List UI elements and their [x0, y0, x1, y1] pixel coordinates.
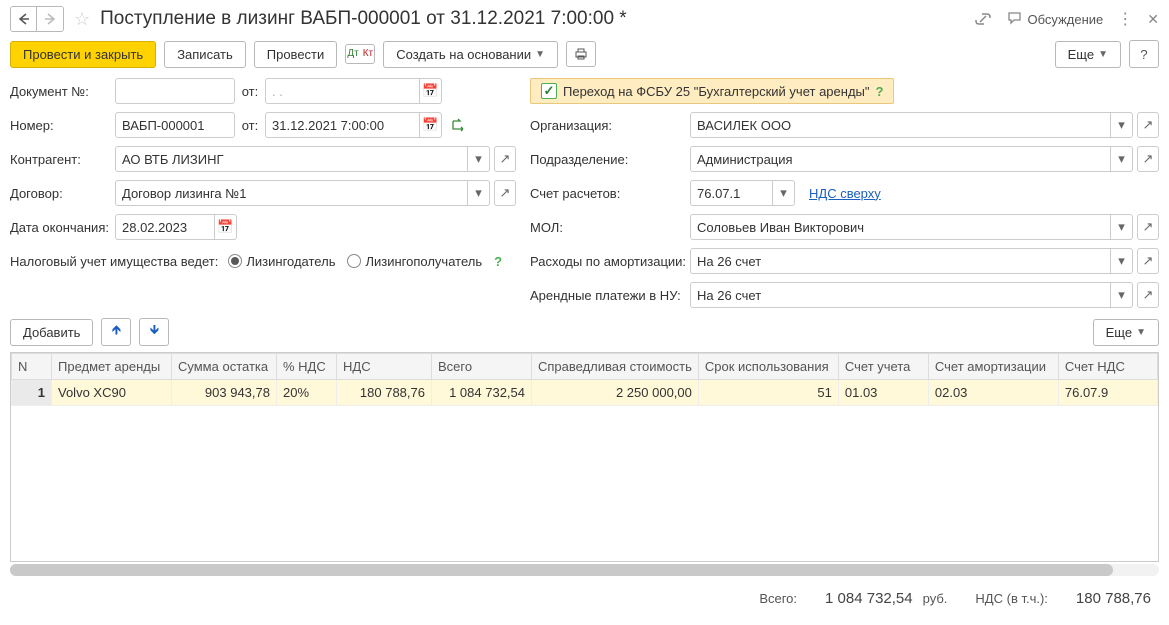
post-close-button[interactable]: Провести и закрыть: [10, 41, 156, 68]
dt-kt-button[interactable]: ДтКт: [345, 44, 375, 64]
dropdown-icon[interactable]: ▾: [1111, 282, 1133, 308]
move-down-button[interactable]: 🡻: [139, 318, 169, 346]
dropdown-icon[interactable]: ▾: [1111, 112, 1133, 138]
refresh-icon[interactable]: [450, 118, 466, 132]
print-button[interactable]: [566, 41, 596, 67]
footer-total-value: 1 084 732,54: [825, 590, 913, 607]
write-button[interactable]: Записать: [164, 41, 246, 68]
help-button[interactable]: ?: [1129, 40, 1159, 68]
from-label-2: от:: [235, 118, 265, 133]
open-ref-icon[interactable]: ↗: [494, 146, 516, 172]
more-button[interactable]: Еще ▼: [1055, 41, 1121, 68]
radio-lessor[interactable]: Лизингодатель: [228, 254, 335, 269]
open-ref-icon[interactable]: ↗: [1137, 248, 1159, 274]
end-date-input[interactable]: 28.02.2023: [115, 214, 215, 240]
forward-button[interactable]: [37, 7, 63, 31]
end-date-label: Дата окончания:: [10, 220, 115, 235]
col-acc-depr[interactable]: Счет амортизации: [928, 354, 1058, 380]
col-balance[interactable]: Сумма остатка: [172, 354, 277, 380]
radio-icon: [228, 254, 242, 268]
open-ref-icon[interactable]: ↗: [1137, 214, 1159, 240]
number-input[interactable]: ВАБП-000001: [115, 112, 235, 138]
rent-input[interactable]: На 26 счет: [690, 282, 1111, 308]
discussion-button[interactable]: Обсуждение: [1006, 10, 1104, 28]
col-n[interactable]: N: [12, 354, 52, 380]
footer-total-label: Всего:: [759, 591, 797, 606]
dept-input[interactable]: Администрация: [690, 146, 1111, 172]
page-title: Поступление в лизинг ВАБП-000001 от 31.1…: [100, 8, 967, 30]
contract-input[interactable]: Договор лизинга №1: [115, 180, 468, 206]
close-icon[interactable]: ✕: [1147, 11, 1159, 28]
col-term[interactable]: Срок использования: [698, 354, 838, 380]
depr-input[interactable]: На 26 счет: [690, 248, 1111, 274]
chevron-down-icon: ▼: [1098, 49, 1108, 60]
dropdown-icon[interactable]: ▾: [773, 180, 795, 206]
check-icon: ✓: [541, 83, 557, 99]
help-icon[interactable]: ?: [494, 254, 502, 269]
more-menu-icon[interactable]: ⋮: [1117, 9, 1133, 29]
link-icon[interactable]: [974, 10, 992, 28]
number-date-input[interactable]: 31.12.2021 7:00:00: [265, 112, 420, 138]
back-button[interactable]: [11, 7, 37, 31]
doc-date-input[interactable]: . .: [265, 78, 420, 104]
from-label-1: от:: [235, 84, 265, 99]
open-ref-icon[interactable]: ↗: [1137, 282, 1159, 308]
col-acc[interactable]: Счет учета: [838, 354, 928, 380]
create-based-button[interactable]: Создать на основании ▼: [383, 41, 558, 68]
calendar-icon[interactable]: 📅: [420, 78, 442, 104]
dropdown-icon[interactable]: ▾: [468, 146, 490, 172]
doc-no-label: Документ №:: [10, 84, 115, 99]
table-row[interactable]: 1 Volvo XC90 903 943,78 20% 180 788,76 1…: [12, 380, 1158, 406]
mol-input[interactable]: Соловьев Иван Викторович: [690, 214, 1111, 240]
col-subject[interactable]: Предмет аренды: [52, 354, 172, 380]
org-label: Организация:: [530, 118, 690, 133]
post-button[interactable]: Провести: [254, 41, 338, 68]
org-input[interactable]: ВАСИЛЕК ООО: [690, 112, 1111, 138]
tax-label: Налоговый учет имущества ведет:: [10, 254, 218, 269]
col-total[interactable]: Всего: [432, 354, 532, 380]
account-label: Счет расчетов:: [530, 186, 690, 201]
col-vat-pct[interactable]: % НДС: [277, 354, 337, 380]
mol-label: МОЛ:: [530, 220, 690, 235]
number-label: Номер:: [10, 118, 115, 133]
chevron-down-icon: ▼: [1136, 327, 1146, 338]
dropdown-icon[interactable]: ▾: [1111, 248, 1133, 274]
col-fair[interactable]: Справедливая стоимость: [532, 354, 699, 380]
footer-currency: руб.: [923, 591, 948, 606]
calendar-icon[interactable]: 📅: [420, 112, 442, 138]
calendar-icon[interactable]: 📅: [215, 214, 237, 240]
help-icon[interactable]: ?: [875, 84, 883, 99]
col-acc-vat[interactable]: Счет НДС: [1058, 354, 1157, 380]
horizontal-scrollbar[interactable]: [10, 564, 1159, 576]
account-input[interactable]: 76.07.1: [690, 180, 773, 206]
footer-vat-label: НДС (в т.ч.):: [975, 591, 1048, 606]
dropdown-icon[interactable]: ▾: [1111, 146, 1133, 172]
table-more-button[interactable]: Еще ▼: [1093, 319, 1159, 346]
fsbu-checkbox-box[interactable]: ✓ Переход на ФСБУ 25 "Бухгалтерский учет…: [530, 78, 894, 104]
footer-vat-value: 180 788,76: [1076, 590, 1151, 607]
favorite-icon[interactable]: ☆: [70, 9, 94, 30]
counterparty-label: Контрагент:: [10, 152, 115, 167]
vat-mode-link[interactable]: НДС сверху: [809, 186, 881, 201]
chevron-down-icon: ▼: [535, 49, 545, 60]
counterparty-input[interactable]: АО ВТБ ЛИЗИНГ: [115, 146, 468, 172]
lease-items-table[interactable]: N Предмет аренды Сумма остатка % НДС НДС…: [10, 352, 1159, 562]
dropdown-icon[interactable]: ▾: [1111, 214, 1133, 240]
depr-label: Расходы по амортизации:: [530, 254, 690, 269]
radio-lessee[interactable]: Лизингополучатель: [347, 254, 482, 269]
doc-no-input[interactable]: [115, 78, 235, 104]
rent-label: Арендные платежи в НУ:: [530, 288, 690, 303]
contract-label: Договор:: [10, 186, 115, 201]
dept-label: Подразделение:: [530, 152, 690, 167]
move-up-button[interactable]: 🡹: [101, 318, 131, 346]
open-ref-icon[interactable]: ↗: [494, 180, 516, 206]
open-ref-icon[interactable]: ↗: [1137, 112, 1159, 138]
dropdown-icon[interactable]: ▾: [468, 180, 490, 206]
radio-icon: [347, 254, 361, 268]
col-vat[interactable]: НДС: [337, 354, 432, 380]
add-row-button[interactable]: Добавить: [10, 319, 93, 346]
open-ref-icon[interactable]: ↗: [1137, 146, 1159, 172]
